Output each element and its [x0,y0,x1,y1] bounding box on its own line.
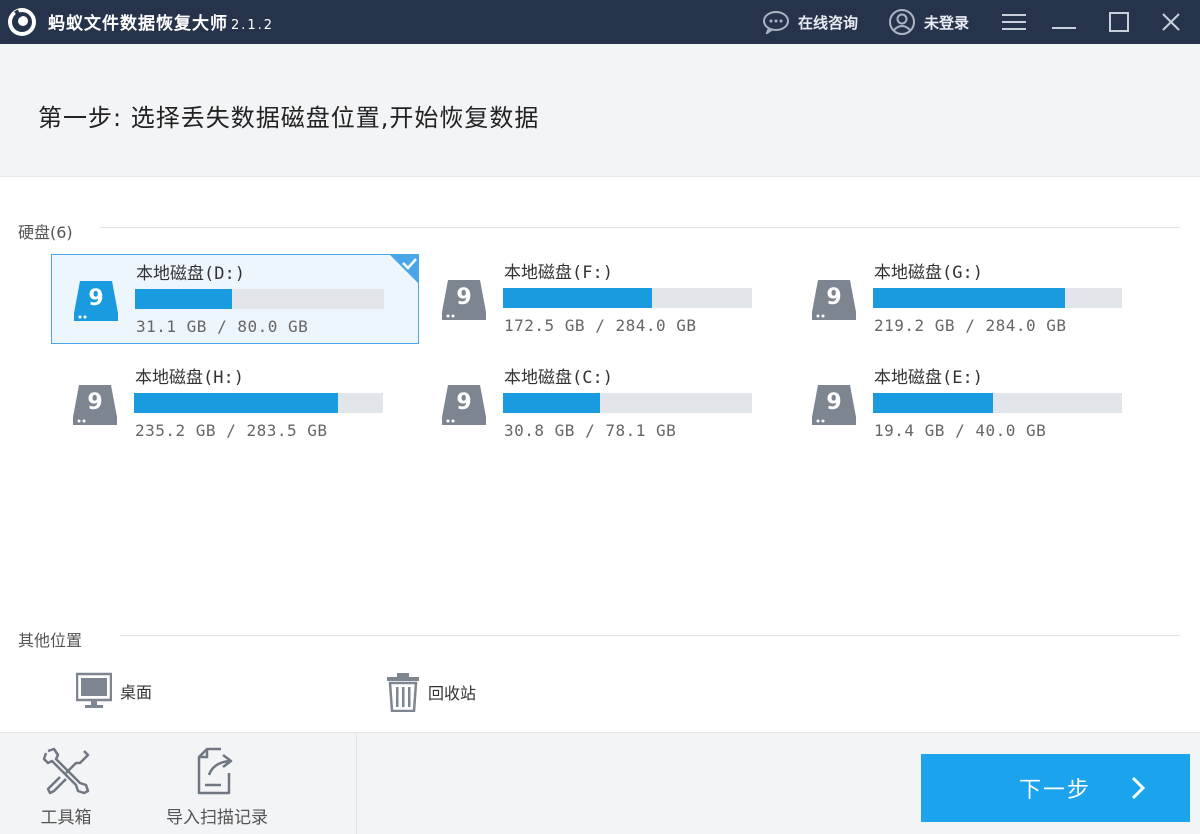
disk-icon: 9 [812,385,856,425]
disk-card-e[interactable]: 9 本地磁盘(E:) 19.4 GB / 40.0 GB [790,359,1158,449]
disk-usage-fill [134,393,339,413]
desktop-location[interactable]: 桌面 [76,672,152,710]
disks-section-divider [100,227,1180,228]
disk-usage-fill [503,393,601,413]
disk-name: 本地磁盘(H:) [135,368,244,388]
disk-name: 本地磁盘(G:) [874,263,983,283]
toolbox-button[interactable]: 工具箱 [40,745,92,828]
logo-icon [8,8,36,36]
menu-button[interactable] [996,4,1032,40]
disk-card-d[interactable]: 9 本地磁盘(D:) 31.1 GB / 80.0 GB [51,254,419,344]
import-scan-record-button[interactable]: 导入扫描记录 [166,745,268,828]
disk-size: 172.5 GB / 284.0 GB [504,316,697,335]
disk-usage-bar [873,393,1122,413]
disk-icon: 9 [442,280,486,320]
disk-size: 30.8 GB / 78.1 GB [504,421,677,440]
maximize-button[interactable] [1101,4,1137,40]
svg-text:9: 9 [826,285,841,310]
chat-icon [763,11,789,34]
maximize-icon [1109,12,1129,32]
menu-icon [1002,14,1026,30]
disk-usage-fill [503,288,653,308]
disk-usage-fill [873,288,1065,308]
disk-usage-bar [134,393,383,413]
other-section-label: 其他位置 [18,631,83,650]
trash-icon [387,673,419,712]
minimize-icon [1052,27,1076,29]
disk-usage-bar [503,393,752,413]
disk-name: 本地磁盘(E:) [874,368,983,388]
disk-name: 本地磁盘(C:) [504,368,613,388]
disk-card-c[interactable]: 9 本地磁盘(C:) 30.8 GB / 78.1 GB [420,359,788,449]
app-title-text: 蚂蚁文件数据恢复大师 [48,14,228,34]
bottom-bar: 工具箱 导入扫描记录 下一步 [0,732,1200,834]
import-icon [197,747,233,795]
disk-icon: 9 [442,385,486,425]
close-icon [1162,13,1180,31]
toolbox-label: 工具箱 [40,808,92,828]
login-label: 未登录 [924,13,970,32]
next-step-label: 下一步 [1019,778,1092,803]
disk-card-h[interactable]: 9 本地磁盘(H:) 235.2 GB / 283.5 GB [51,359,419,449]
login-button[interactable]: 未登录 [888,0,969,44]
user-icon [889,9,915,35]
tools-icon [42,747,90,795]
svg-text:9: 9 [826,390,841,415]
close-button[interactable] [1153,4,1189,40]
recycle-bin-location[interactable]: 回收站 [386,672,476,712]
disk-size: 235.2 GB / 283.5 GB [135,421,328,440]
disk-size: 19.4 GB / 40.0 GB [874,421,1047,440]
svg-text:9: 9 [456,390,471,415]
disk-usage-bar [873,288,1122,308]
app-title: 蚂蚁文件数据恢复大师 2.1.2 [48,9,274,34]
minimize-button[interactable] [1046,4,1082,40]
disk-icon: 9 [74,281,118,321]
step-title: 第一步: 选择丢失数据磁盘位置,开始恢复数据 [38,104,540,132]
disk-usage-bar [503,288,752,308]
import-scan-record-label: 导入扫描记录 [166,808,268,828]
disk-size: 219.2 GB / 284.0 GB [874,316,1067,335]
desktop-label: 桌面 [120,683,153,702]
step-header: 第一步: 选择丢失数据磁盘位置,开始恢复数据 [0,44,1200,177]
online-consult-button[interactable]: 在线咨询 [762,0,858,44]
bottom-tools: 工具箱 导入扫描记录 [0,733,357,834]
svg-text:9: 9 [87,390,102,415]
monitor-icon [76,672,112,708]
disk-name: 本地磁盘(F:) [504,263,613,283]
online-consult-label: 在线咨询 [798,13,859,32]
disk-card-f[interactable]: 9 本地磁盘(F:) 172.5 GB / 284.0 GB [420,254,788,344]
recycle-bin-label: 回收站 [428,684,477,703]
disk-icon: 9 [73,385,117,425]
title-bar: 蚂蚁文件数据恢复大师 2.1.2 在线咨询 未登录 [0,0,1200,44]
disk-usage-fill [873,393,993,413]
svg-text:9: 9 [456,285,471,310]
disks-section-label: 硬盘(6) [18,223,73,242]
disk-card-g[interactable]: 9 本地磁盘(G:) 219.2 GB / 284.0 GB [790,254,1158,344]
disk-name: 本地磁盘(D:) [136,264,245,284]
disk-usage-fill [135,289,233,309]
disk-usage-bar [135,289,384,309]
svg-text:9: 9 [88,286,103,311]
checkmark-icon [389,254,419,284]
app-version: 2.1.2 [231,18,275,33]
disk-icon: 9 [812,280,856,320]
chevron-right-icon [1131,776,1146,800]
other-section-divider [120,635,1180,636]
next-step-button[interactable]: 下一步 [921,754,1190,822]
disk-size: 31.1 GB / 80.0 GB [136,317,309,336]
